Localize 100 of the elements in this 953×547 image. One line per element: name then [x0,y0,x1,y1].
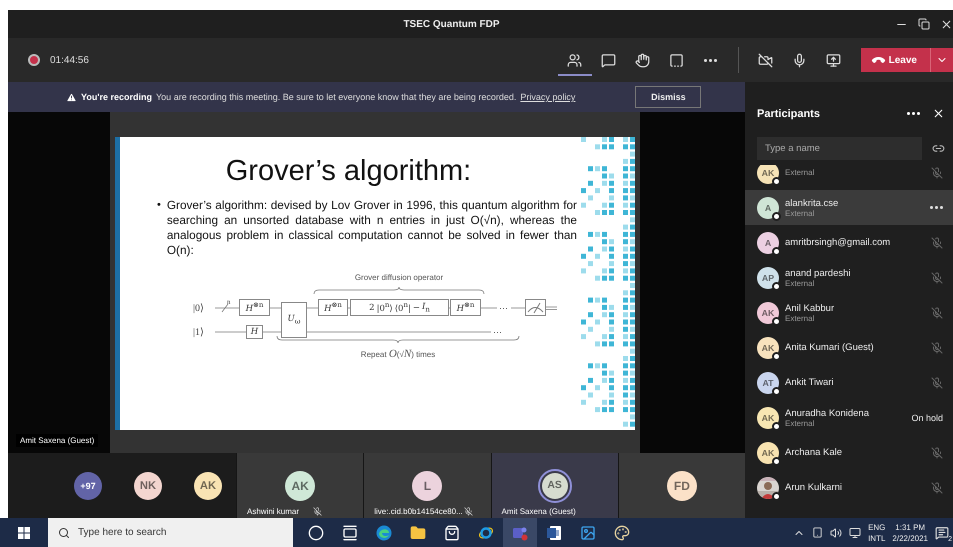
participant-name: live:.cid.b0b14154ce80... [374,507,463,516]
mic-off-icon [931,446,943,458]
participant-subtitle: External [785,208,816,218]
gate-label: 2 |0$^{n}$⟩ ⟨0$^{n}$| − I$_{n}$ [350,299,449,316]
participant-name: Archana Kale [785,447,844,458]
more-options-icon[interactable] [907,112,920,115]
close-icon[interactable] [940,18,953,30]
network-icon[interactable] [849,526,862,538]
participant-name: amritbrsingh@gmail.com [785,237,892,248]
status-label: On hold [911,412,943,422]
clock[interactable]: 1:31 PM 2/22/2021 [892,522,928,544]
people-icon [567,52,582,68]
operator-label: Grover diffusion operator [354,273,444,282]
participant-avatar: L [412,470,442,500]
mic-off-icon [931,482,943,494]
camera-off-icon [758,52,774,68]
task-view-icon[interactable] [342,524,358,540]
mic-off-icon [931,272,943,284]
gate-label: H$^{⊗n}$ [239,299,270,316]
gate-label: H$^{⊗n}$ [450,299,481,316]
circle-icon[interactable] [308,524,324,540]
participant-name: Amit Saxena (Guest) [502,507,576,516]
slide-bullet: Grover’s algorithm: devised by Lov Grover in 1996, this quantum algorithm for searching an unsorted database with n entries in just O(√n), whereas the analogous problem in classical computation cannot be solved in fewer than O(n): [166,198,577,258]
participant-avatar: AT [757,372,779,394]
document-logo-icon[interactable] [546,524,562,540]
qubit-label: |1⟩ [193,326,204,338]
close-icon[interactable] [932,107,945,120]
participant-row[interactable]: A amritbrsingh@gmail.com [745,225,953,260]
more-participants-count[interactable]: +97 [74,472,102,500]
warning-icon [66,92,77,102]
mic-off-icon [931,236,943,248]
participant-avatar: FD [666,470,697,500]
participant-subtitle: External [785,278,816,288]
rooms-icon [669,52,684,68]
participant-avatar: AK [757,442,779,464]
taskbar-search-field[interactable]: Type here to search [48,518,293,547]
participant-subtitle: External [785,314,816,322]
participant-avatar: A [757,196,779,218]
ring-logo-icon[interactable] [478,524,494,540]
share-screen-icon [826,52,842,68]
palette-icon[interactable] [614,524,630,540]
device-icon[interactable] [812,527,824,538]
privacy-policy-link[interactable]: Privacy policy [520,92,576,102]
mic-off-icon [931,166,943,178]
participant-subtitle: External [785,418,816,428]
participant-row[interactable]: AK Archana Kale [745,435,953,470]
teams-logo-icon[interactable] [512,524,528,540]
participant-subtitle: External [785,168,816,177]
more-icon [704,58,718,62]
participant-name: anand pardeshi [785,268,852,278]
dismiss-button[interactable]: Dismiss [635,86,702,108]
volume-icon[interactable] [830,526,842,538]
participant-row[interactable]: AK Anuradha Konidena External On hold [745,400,953,435]
language-indicator[interactable]: ENG INTL [868,522,886,544]
wave-logo-icon[interactable] [376,524,392,540]
mic-off-icon [931,306,943,318]
participant-avatar: AK [194,472,222,500]
participant-row[interactable]: Arun Kulkarni [745,470,953,505]
search-icon [58,526,70,538]
participant-row[interactable]: A alankrita.cse External [745,190,953,225]
slide-title: Grover’s algorithm: [224,155,472,188]
chat-icon [601,52,616,68]
leave-button[interactable]: Leave [860,48,953,72]
gate-label: H [246,325,263,339]
participant-avatar: NK [134,472,162,500]
participant-avatar: AK [285,470,316,500]
participant-avatar: A [757,232,779,254]
participant-row[interactable]: AK External [745,165,953,190]
hand-icon [635,52,650,68]
participant-row[interactable]: AT Ankit Tiwari [745,365,953,400]
participant-avatar: AP [757,266,779,288]
participant-avatar: AK [757,302,779,324]
folder-icon[interactable] [410,524,426,540]
windows-start-icon[interactable] [18,526,30,538]
presenter-name: Amit Saxena (Guest) [16,434,98,447]
recording-title: You're recording [81,92,152,102]
mic-off-icon [931,342,943,354]
ellipsis-label: ⋯ [499,303,508,313]
participant-row[interactable]: AK Anil Kabbur External [745,295,953,330]
participant-name: Anita Kumari (Guest) [785,342,875,353]
participant-row[interactable]: AP anand pardeshi External [745,260,953,295]
shopping-bag-icon[interactable] [444,524,460,540]
participant-avatar: AK [757,406,779,428]
mic-off-icon [931,376,943,388]
restore-icon[interactable] [918,18,930,30]
meeting-duration: 01:44:56 [50,54,90,66]
more-options-icon[interactable] [930,206,943,209]
participant-name: Anil Kabbur [785,302,836,314]
gate-label: H$^{⊗n}$ [318,299,348,316]
participant-avatar: AK [757,165,779,184]
qubit-label: |0⟩ [193,302,204,314]
participant-name: Anuradha Konidena [785,408,870,418]
recording-message: You are recording this meeting. Be sure to let everyone know that they are being recorded. [156,92,516,102]
repeat-label: Repeat O(√N) times [360,348,436,360]
participant-name: alankrita.cse [785,198,840,208]
photo-icon[interactable] [580,524,596,540]
name-search-field[interactable]: Type a name [757,137,922,160]
microphone-icon [792,52,808,68]
ellipsis-label: ⋯ [493,327,502,337]
participant-row[interactable]: AK Anita Kumari (Guest) [745,330,953,365]
